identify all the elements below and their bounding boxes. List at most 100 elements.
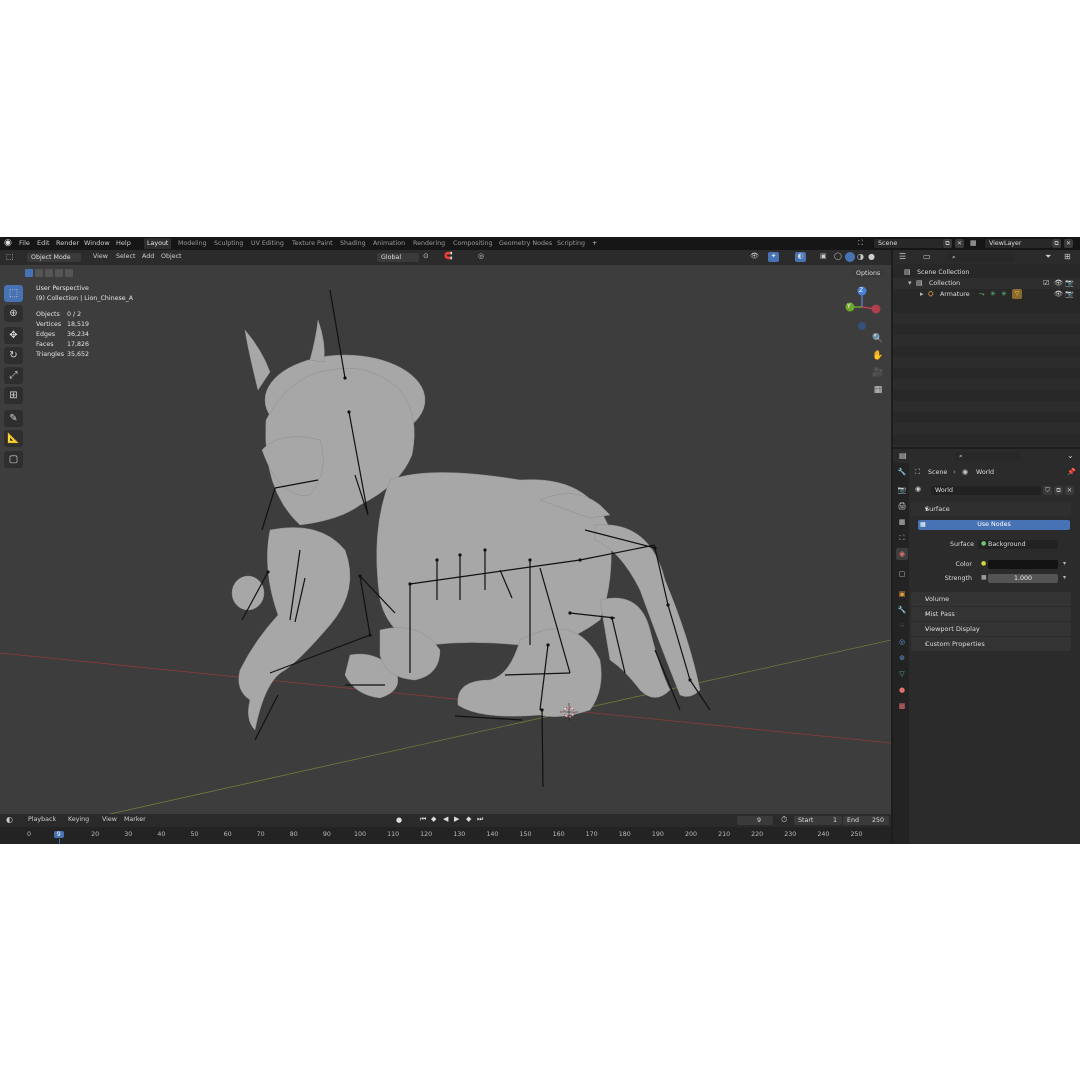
select-invert-icon[interactable] [55,269,63,277]
frame-ruler[interactable]: 0 9 20 30 40 50 60 70 80 90 100 110 120 130 140 150 160 1… [0,814,891,844]
transform-orientation-selector[interactable]: Global [377,253,419,262]
outliner-row-scene-collection[interactable]: ▤ Scene Collection [893,267,1080,278]
3d-viewport[interactable]: Z Y ⬚ Object Mode View Select Add Object… [0,250,891,814]
mist-pass-panel-header[interactable]: › Mist Pass [911,607,1071,621]
texture-tab-icon[interactable]: ▩ [896,700,908,712]
tab-shading[interactable]: Shading [337,238,369,249]
menu-file[interactable]: File [19,239,30,247]
measure-tool-icon[interactable]: 📐 [4,430,23,447]
visibility-icon[interactable]: 👁 [750,252,759,260]
add-cube-tool-icon[interactable]: ▢ [4,451,23,468]
zoom-icon[interactable]: 🔍 [870,332,886,346]
properties-editor-icon[interactable]: ▤ [899,451,907,460]
particles-tab-icon[interactable]: ⁘ [896,620,908,632]
pan-hand-icon[interactable]: ✋ [870,349,886,363]
delete-scene-icon[interactable]: ✕ [955,239,964,248]
new-collection-icon[interactable]: ⊞ [1064,252,1071,261]
data-tab-icon[interactable]: ▽ [896,668,908,680]
outliner-search-input[interactable]: ⌕ [948,253,1014,262]
overlay-toggle-icon[interactable]: ◐ [795,252,806,262]
tab-modeling[interactable]: Modeling [175,238,210,249]
breadcrumb-world[interactable]: World [976,469,994,476]
view-layer-selector[interactable]: ViewLayer [985,239,1052,248]
view-layer-tab-icon[interactable]: ▦ [896,516,908,528]
scene-selector[interactable]: Scene [874,239,944,248]
scale-tool-icon[interactable]: ⤢ [4,367,23,384]
outliner-row-collection[interactable]: ▾ ▤ Collection ☑ 👁 📷 [893,278,1080,289]
chevron-down-icon[interactable]: ▾ [1063,560,1066,567]
surface-shader-field[interactable]: Background [978,540,1058,549]
solid-shading-icon[interactable] [845,252,855,262]
wireframe-shading-icon[interactable]: ◯ [834,252,842,260]
display-mode-icon[interactable]: ▭ [923,252,931,261]
filter-icon[interactable]: ⏷ [1045,252,1051,262]
strength-field[interactable]: 1.000 [988,574,1058,583]
options-dropdown[interactable]: Options [852,269,884,278]
tab-rendering[interactable]: Rendering [410,238,448,249]
world-browse-icon[interactable]: ◉ [915,485,921,493]
eye-icon[interactable]: 👁 [1054,290,1063,298]
new-scene-icon[interactable]: ⧉ [943,239,952,248]
ortho-grid-icon[interactable]: ▦ [870,383,886,397]
output-tab-icon[interactable]: 🖨 [896,500,908,512]
properties-editor[interactable]: ▤ ⌕ ⌄ 🔧 📷 🖨 ▦ ⛶ ◉ ▢ ▣ 🔧 ⁘ ◎ ⊚ ▽ ● ▩ ⛶ Sc… [893,449,1080,844]
menu-edit[interactable]: Edit [37,239,50,247]
tab-geometry-nodes[interactable]: Geometry Nodes [496,238,555,249]
gizmo-z-label[interactable]: Z [859,287,863,294]
use-nodes-button[interactable]: Use Nodes [918,520,1070,530]
delete-view-layer-icon[interactable]: ✕ [1064,239,1073,248]
unlink-world-icon[interactable]: ✕ [1065,486,1074,495]
outliner-editor-icon[interactable]: ☰ [899,252,906,261]
gizmo-toggle-icon[interactable]: ✦ [768,252,779,262]
chevron-down-icon[interactable]: ⌄ [1067,451,1074,460]
render-tab-icon[interactable]: 📷 [896,484,908,496]
eye-icon[interactable]: 👁 [1054,279,1063,287]
tab-animation[interactable]: Animation [370,238,408,249]
constraints-tab-icon[interactable]: ⊚ [896,652,908,664]
tab-sculpting[interactable]: Sculpting [211,238,246,249]
menu-view[interactable]: View [93,253,108,260]
modifier-tab-icon[interactable]: 🔧 [896,604,908,616]
scene-tab-icon[interactable]: ⛶ [896,532,908,544]
expand-chevron-icon[interactable]: ▸ [920,290,924,298]
outliner[interactable]: ☰ ▭ ⌕ ⏷ ⊞ ▤ Scene Collection ▾ ▤ Collect… [893,250,1080,447]
volume-panel-header[interactable]: › Volume [911,592,1071,606]
pivot-icon[interactable]: ⊙ [423,252,429,260]
cursor-tool-icon[interactable]: ⊕ [4,305,23,322]
surface-panel-header[interactable]: ▾ Surface [911,502,1071,516]
physics-tab-icon[interactable]: ◎ [896,636,908,648]
tab-texture-paint[interactable]: Texture Paint [289,238,336,249]
pin-icon[interactable]: 📌 [1067,468,1076,476]
menu-window[interactable]: Window [84,239,110,247]
tab-uv-editing[interactable]: UV Editing [248,238,287,249]
duplicate-world-icon[interactable]: ⧉ [1054,486,1063,495]
breadcrumb-scene[interactable]: Scene [928,469,947,476]
menu-help[interactable]: Help [116,239,131,247]
select-tool-icon[interactable]: ⬚ [4,285,23,302]
menu-object[interactable]: Object [161,253,182,260]
tool-tab-icon[interactable]: 🔧 [896,466,908,478]
camera-view-icon[interactable]: 🎥 [870,366,886,380]
tab-layout[interactable]: Layout [144,238,172,249]
move-tool-icon[interactable]: ✥ [4,327,23,344]
world-name-field[interactable]: World [931,486,1041,495]
mode-selector[interactable]: Object Mode [27,253,81,262]
timeline[interactable]: ◐ Playback Keying View Marker ● ⏮ ◆ ◀ ▶ … [0,814,891,844]
snap-icon[interactable]: 🧲 [444,252,453,260]
custom-properties-panel-header[interactable]: › Custom Properties [911,637,1071,651]
rotate-tool-icon[interactable]: ↻ [4,347,23,364]
playhead-line[interactable] [58,839,60,844]
select-subtract-icon[interactable] [45,269,53,277]
camera-icon[interactable]: 📷 [1065,279,1074,287]
tab-compositing[interactable]: Compositing [450,238,495,249]
world-tab-icon[interactable]: ◉ [896,548,908,560]
menu-render[interactable]: Render [56,239,79,247]
transform-tool-icon[interactable]: ⊞ [4,387,23,404]
select-box-icon[interactable] [25,269,33,277]
fake-user-icon[interactable]: ⛉ [1043,486,1052,495]
tab-scripting[interactable]: Scripting [554,238,588,249]
scene-icon[interactable]: ⛶ [858,239,863,248]
menu-select[interactable]: Select [116,253,135,260]
checkbox-icon[interactable]: ☑ [1043,279,1049,287]
menu-add[interactable]: Add [142,253,154,260]
